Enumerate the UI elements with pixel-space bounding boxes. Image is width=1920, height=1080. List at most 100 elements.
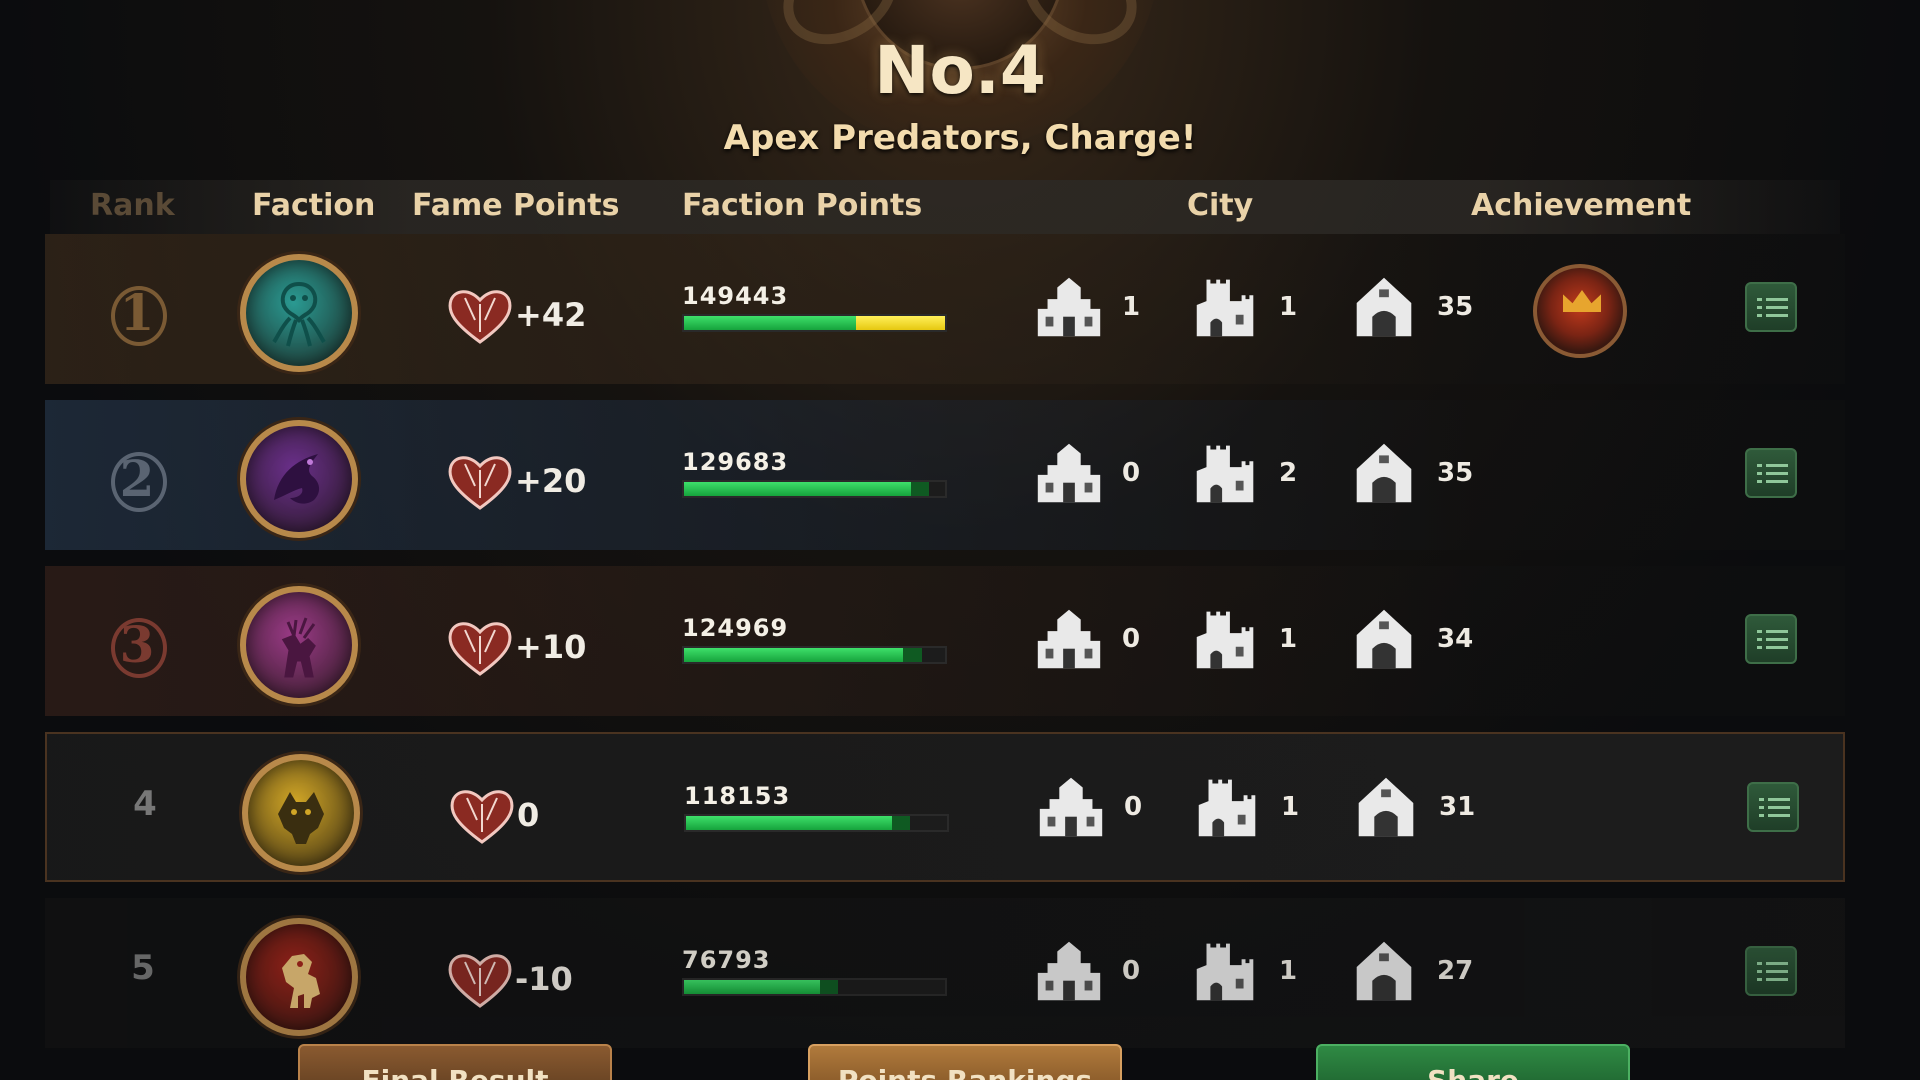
col-faction: Faction [252,188,376,223]
fortress-icon [1187,279,1265,348]
city-count: 2 [1279,458,1298,488]
fame-points-value: -10 [515,960,573,998]
details-button[interactable] [1745,614,1797,664]
fame-heart-icon [445,450,515,512]
city-fortress: 1 [1187,266,1297,348]
city-count: 35 [1437,292,1474,322]
city-palace: 0 [1030,432,1140,514]
fortress-icon [1187,611,1265,680]
achievement-crown-medal-icon[interactable] [1533,264,1627,358]
city-count: 35 [1437,458,1474,488]
city-count: 0 [1122,956,1141,986]
col-city: City [1187,188,1254,223]
faction-points-bar [682,978,947,996]
details-button[interactable] [1745,448,1797,498]
faction-points-bar [682,646,947,664]
city-count: 1 [1279,292,1298,322]
palace-icon [1030,941,1108,1012]
city-castle: 27 [1345,930,1473,1012]
rank-medal-icon: 3 [95,610,179,680]
details-button[interactable] [1745,282,1797,332]
city-palace: 0 [1032,766,1142,848]
table-row: 5 -10 76793 0 1 27 [45,898,1845,1048]
table-row: 4 0 118153 0 1 31 [45,732,1845,882]
direwolf-sigil-icon[interactable] [242,754,360,872]
col-achievement: Achievement [1471,188,1692,223]
details-button[interactable] [1747,782,1799,832]
rank-medal-icon: 2 [95,444,179,514]
city-count: 31 [1439,792,1476,822]
fortress-icon [1187,943,1265,1012]
castle-icon [1345,609,1423,680]
header: No.4 Apex Predators, Charge! [0,0,1920,180]
city-count: 0 [1122,624,1141,654]
city-count: 0 [1124,792,1143,822]
city-palace: 1 [1030,266,1140,348]
faction-points-value: 149443 [682,282,789,310]
faction-points-value: 129683 [682,448,789,476]
palace-icon [1032,777,1110,848]
details-button[interactable] [1745,946,1797,996]
column-headers: Rank Faction Fame Points Faction Points … [50,180,1840,234]
city-palace: 0 [1030,598,1140,680]
fame-points-value: +20 [515,462,587,500]
faction-points-bar [682,314,947,332]
rank-medal-icon: 1 [95,278,179,348]
city-count: 1 [1122,292,1141,322]
fortress-icon [1187,445,1265,514]
city-fortress: 2 [1187,432,1297,514]
city-palace: 0 [1030,930,1140,1012]
faction-points-bar [684,814,949,832]
city-castle: 31 [1347,766,1475,848]
city-castle: 35 [1345,266,1473,348]
table-row: 2 +20 129683 0 2 35 [45,400,1845,550]
city-count: 34 [1437,624,1474,654]
city-count: 1 [1281,792,1300,822]
ranking-screen: No.4 Apex Predators, Charge! Rank Factio… [0,0,1920,1080]
palace-icon [1030,443,1108,514]
city-fortress: 1 [1187,930,1297,1012]
rank-title: No.4 [874,32,1046,109]
fame-heart-icon [445,284,515,346]
col-faction-points: Faction Points [682,188,923,223]
faction-points-bar [682,480,947,498]
table-row: 3 +10 124969 0 1 34 [45,566,1845,716]
city-fortress: 1 [1189,766,1299,848]
lion-sigil-icon[interactable] [240,918,358,1036]
city-count: 1 [1279,956,1298,986]
city-count: 1 [1279,624,1298,654]
fame-points-value: +42 [515,296,587,334]
fame-heart-icon [447,784,517,846]
fame-points-value: 0 [517,796,540,834]
fame-points-value: +10 [515,628,587,666]
castle-icon [1347,777,1425,848]
city-count: 27 [1437,956,1474,986]
kraken-sigil-icon[interactable] [240,254,358,372]
fame-heart-icon [445,616,515,678]
city-fortress: 1 [1187,598,1297,680]
faction-points-value: 124969 [682,614,789,642]
castle-icon [1345,941,1423,1012]
fame-heart-icon [445,948,515,1010]
city-count: 0 [1122,458,1141,488]
col-fame-points: Fame Points [412,188,620,223]
col-rank: Rank [90,188,175,223]
palace-icon [1030,609,1108,680]
rank-number: 4 [133,784,157,824]
stag-sigil-icon[interactable] [240,586,358,704]
final-result-button[interactable]: Final Result [298,1044,612,1080]
palace-icon [1030,277,1108,348]
points-rankings-button[interactable]: Points Rankings [808,1044,1122,1080]
faction-points-value: 118153 [684,782,791,810]
rank-subtitle: Apex Predators, Charge! [723,118,1197,158]
city-castle: 35 [1345,432,1473,514]
castle-icon [1345,277,1423,348]
share-button[interactable]: Share [1316,1044,1630,1080]
city-castle: 34 [1345,598,1473,680]
table-row: 1 +42 149443 1 1 35 [45,234,1845,384]
faction-points-value: 76793 [682,946,771,974]
fortress-icon [1189,779,1267,848]
castle-icon [1345,443,1423,514]
rank-number: 5 [131,948,155,988]
dragon-sigil-icon[interactable] [240,420,358,538]
